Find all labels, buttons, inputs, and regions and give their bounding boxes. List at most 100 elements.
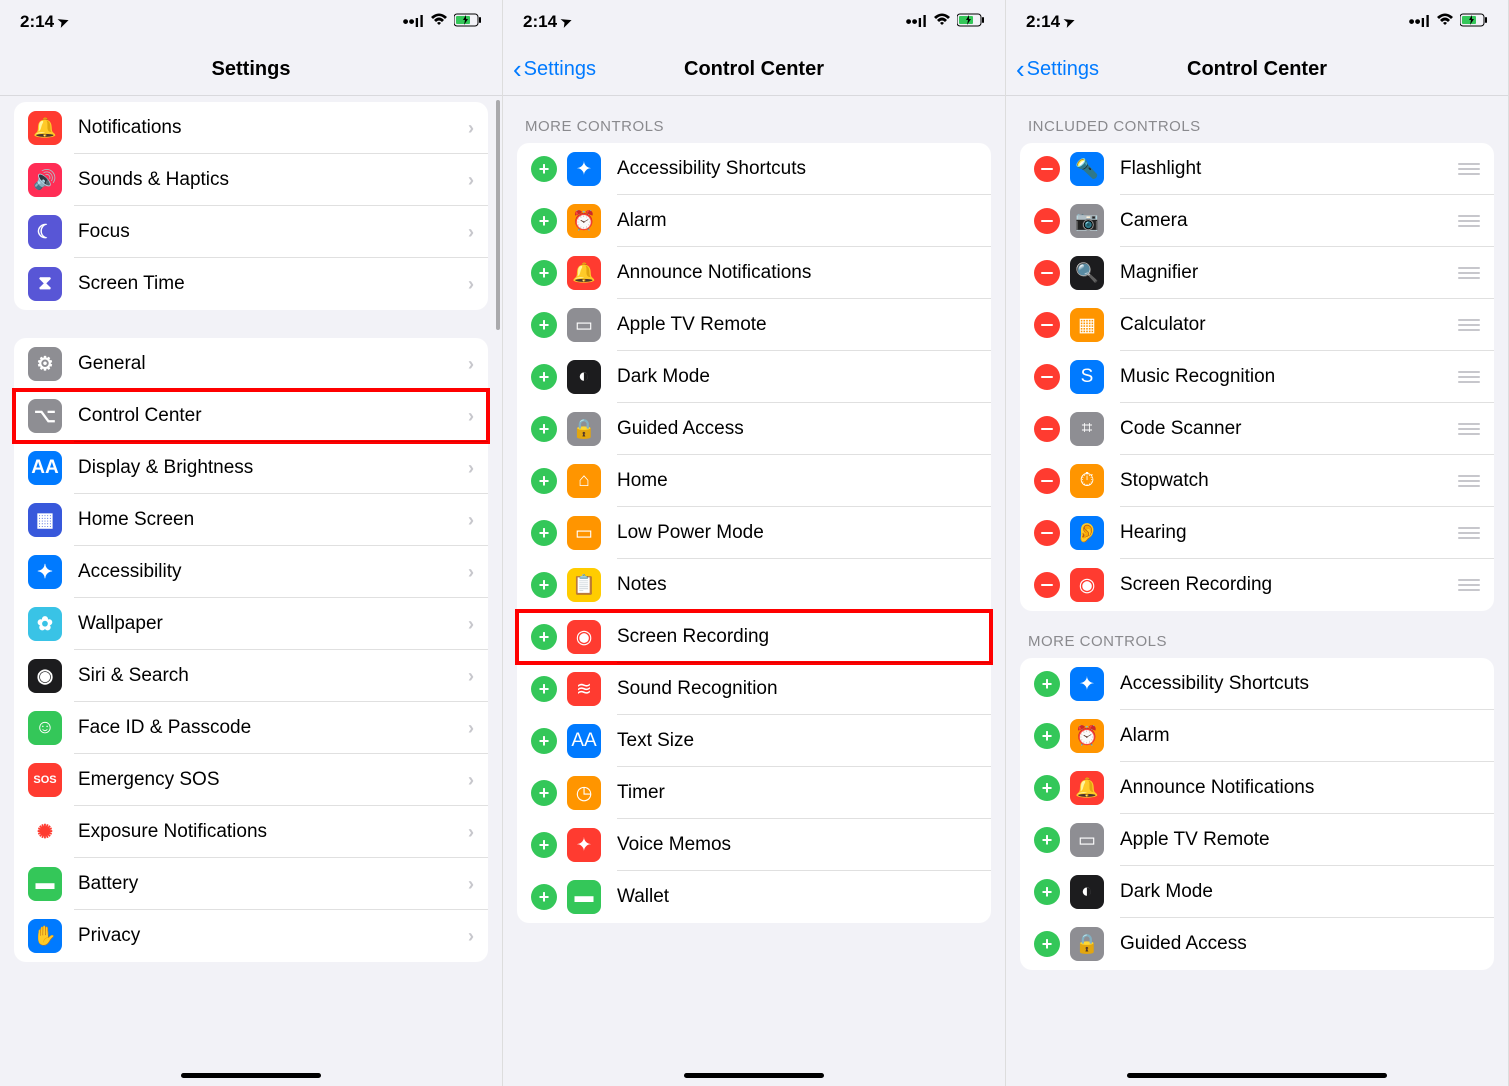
row-label: Screen Recording [1120,574,1450,596]
settings-row-exposure[interactable]: ✺ Exposure Notifications › [14,806,488,858]
add-button[interactable]: + [531,520,557,546]
drag-handle-icon[interactable] [1458,579,1480,591]
add-button[interactable]: + [531,832,557,858]
add-button[interactable]: + [531,260,557,286]
chevron-right-icon: › [468,170,474,191]
add-button[interactable]: + [531,624,557,650]
add-button[interactable]: + [1034,723,1060,749]
settings-row-sounds-haptics[interactable]: 🔊 Sounds & Haptics › [14,154,488,206]
settings-row-focus[interactable]: ☾ Focus › [14,206,488,258]
row-label: Sounds & Haptics [78,169,468,191]
remove-button[interactable] [1034,312,1060,338]
add-button[interactable]: + [531,676,557,702]
face-id-icon: ☺ [28,711,62,745]
settings-row-accessibility[interactable]: ✦ Accessibility › [14,546,488,598]
add-button[interactable]: + [1034,827,1060,853]
back-label: Settings [524,58,596,81]
remove-button[interactable] [1034,208,1060,234]
remove-button[interactable] [1034,260,1060,286]
section-header-more: MORE CONTROLS [503,96,1005,143]
privacy-icon: ✋ [28,919,62,953]
settings-row-wallpaper[interactable]: ✿ Wallpaper › [14,598,488,650]
add-button[interactable]: + [1034,879,1060,905]
accessibility-shortcuts-icon: ✦ [1070,667,1104,701]
settings-row-notifications[interactable]: 🔔 Notifications › [14,102,488,154]
drag-handle-icon[interactable] [1458,475,1480,487]
add-button[interactable]: + [531,364,557,390]
home-indicator[interactable] [181,1073,321,1078]
remove-button[interactable] [1034,572,1060,598]
siri-search-icon: ◉ [28,659,62,693]
drag-handle-icon[interactable] [1458,423,1480,435]
home-indicator[interactable] [1127,1073,1387,1078]
settings-row-battery[interactable]: ▬ Battery › [14,858,488,910]
remove-button[interactable] [1034,520,1060,546]
battery-icon [1460,12,1488,32]
settings-row-home-screen[interactable]: ▦ Home Screen › [14,494,488,546]
add-button[interactable]: + [531,884,557,910]
accessibility-shortcuts-icon: ✦ [567,152,601,186]
music-recognition-icon: S [1070,360,1104,394]
remove-button[interactable] [1034,364,1060,390]
add-button[interactable]: + [531,780,557,806]
add-button[interactable]: + [531,468,557,494]
included-controls-list: 🔦 Flashlight 📷 Camera 🔍 Magnifier ▦ Calc… [1020,143,1494,611]
add-button[interactable]: + [531,728,557,754]
settings-row-siri-search[interactable]: ◉ Siri & Search › [14,650,488,702]
drag-handle-icon[interactable] [1458,319,1480,331]
guided-access-icon: 🔒 [567,412,601,446]
control-row-home: + ⌂ Home [517,455,991,507]
back-button[interactable]: ‹ Settings [1016,54,1099,85]
scrollbar[interactable] [496,100,500,330]
remove-button[interactable] [1034,156,1060,182]
add-button[interactable]: + [531,416,557,442]
control-row-notes: + 📋 Notes [517,559,991,611]
remove-button[interactable] [1034,468,1060,494]
add-button[interactable]: + [1034,931,1060,957]
section-header-included: INCLUDED CONTROLS [1006,96,1508,143]
screen-recording-icon: ◉ [1070,568,1104,602]
settings-row-emergency-sos[interactable]: SOS Emergency SOS › [14,754,488,806]
settings-row-screen-time[interactable]: ⧗ Screen Time › [14,258,488,310]
location-icon: ➤ [559,13,575,32]
settings-row-face-id[interactable]: ☺ Face ID & Passcode › [14,702,488,754]
row-label: Accessibility Shortcuts [1120,673,1480,695]
settings-row-control-center[interactable]: ⌥ Control Center › [14,390,488,442]
drag-handle-icon[interactable] [1458,267,1480,279]
settings-group-2: ⚙ General › ⌥ Control Center › AA Displa… [14,338,488,962]
drag-handle-icon[interactable] [1458,527,1480,539]
row-label: Notifications [78,117,468,139]
chevron-left-icon: ‹ [1016,54,1025,85]
remove-button[interactable] [1034,416,1060,442]
drag-handle-icon[interactable] [1458,371,1480,383]
control-row-apple-tv-remote: + ▭ Apple TV Remote [517,299,991,351]
nav-bar: ‹ Settings Control Center [1006,44,1508,96]
home-indicator[interactable] [684,1073,824,1078]
chevron-right-icon: › [468,926,474,947]
settings-row-privacy[interactable]: ✋ Privacy › [14,910,488,962]
row-label: Calculator [1120,314,1450,336]
focus-icon: ☾ [28,215,62,249]
battery-icon [454,12,482,32]
add-button[interactable]: + [1034,671,1060,697]
accessibility-icon: ✦ [28,555,62,589]
add-button[interactable]: + [1034,775,1060,801]
add-button[interactable]: + [531,572,557,598]
row-label: Low Power Mode [617,522,977,544]
drag-handle-icon[interactable] [1458,215,1480,227]
drag-handle-icon[interactable] [1458,163,1480,175]
control-row-voice-memos: + ✦ Voice Memos [517,819,991,871]
back-button[interactable]: ‹ Settings [513,54,596,85]
row-label: Guided Access [1120,933,1480,955]
row-label: Camera [1120,210,1450,232]
settings-row-display-brightness[interactable]: AA Display & Brightness › [14,442,488,494]
add-button[interactable]: + [531,156,557,182]
chevron-right-icon: › [468,458,474,479]
chevron-right-icon: › [468,406,474,427]
location-icon: ➤ [56,13,72,32]
add-button[interactable]: + [531,208,557,234]
control-row-sound-recognition: + ≋ Sound Recognition [517,663,991,715]
add-button[interactable]: + [531,312,557,338]
chevron-right-icon: › [468,770,474,791]
settings-row-general[interactable]: ⚙ General › [14,338,488,390]
